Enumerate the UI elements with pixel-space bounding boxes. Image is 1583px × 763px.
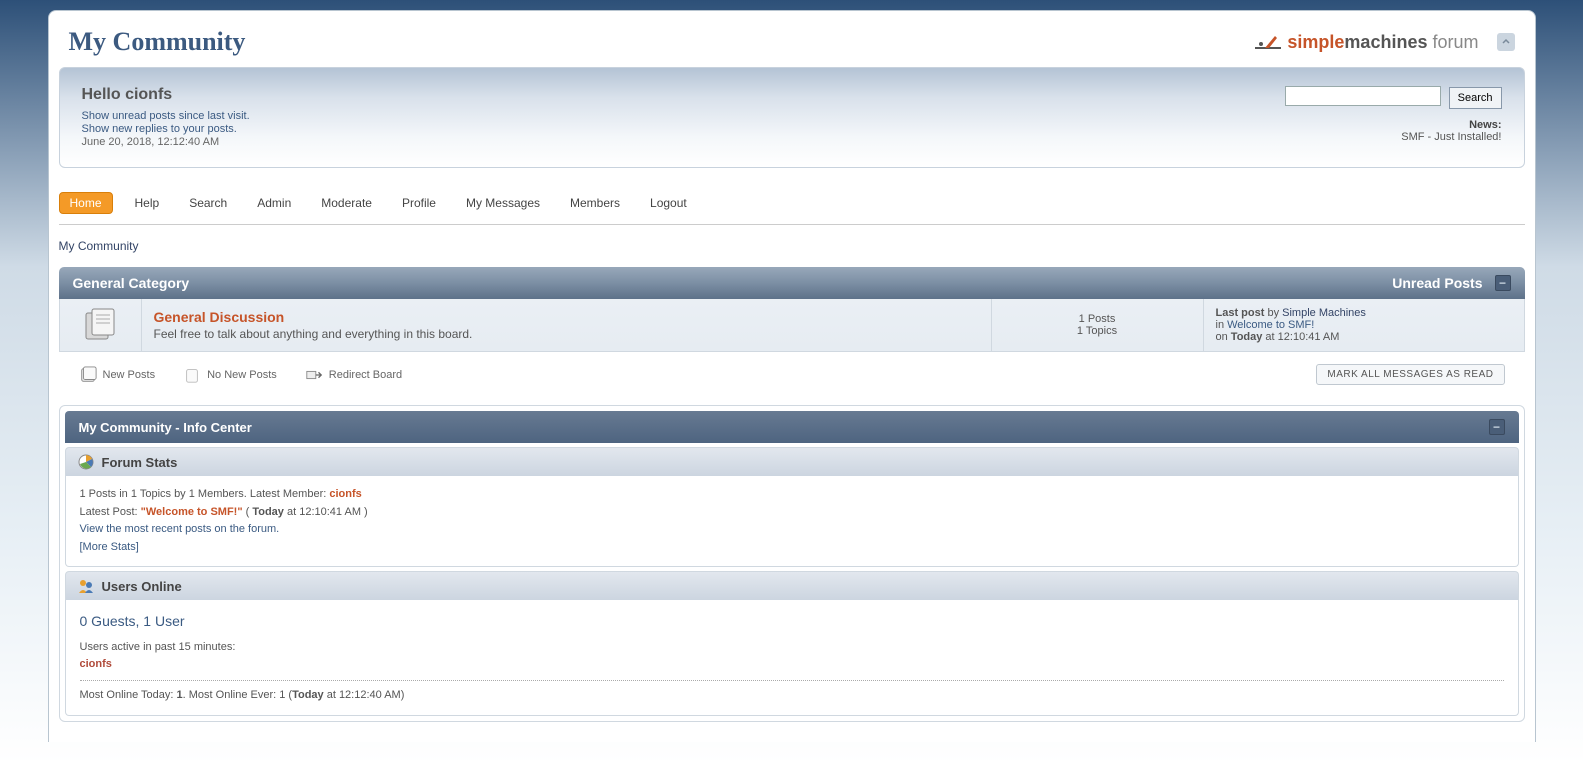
latest-post-link[interactable]: "Welcome to SMF!" xyxy=(141,506,243,518)
news-label: News: xyxy=(1285,119,1501,131)
logo-icon xyxy=(1255,34,1281,50)
breadcrumb[interactable]: My Community xyxy=(59,239,139,253)
board-legend: New Posts No New Posts Redirect Board xyxy=(79,366,403,384)
menu-help[interactable]: Help xyxy=(127,192,168,214)
category-name[interactable]: General Category xyxy=(73,275,190,291)
last-post-topic-link[interactable]: Welcome to SMF! xyxy=(1227,319,1314,331)
smf-logo: simplemachines forum xyxy=(1255,32,1478,53)
board-row: General Discussion Feel free to talk abo… xyxy=(59,299,1525,352)
legend-redirect: Redirect Board xyxy=(329,369,402,381)
search-input[interactable] xyxy=(1285,86,1441,106)
forum-stats-panel: 1 Posts in 1 Topics by 1 Members. Latest… xyxy=(65,476,1519,567)
menu-admin[interactable]: Admin xyxy=(249,192,299,214)
separator xyxy=(80,680,1504,681)
online-user-link[interactable]: cionfs xyxy=(80,658,112,670)
unread-posts-header-link[interactable]: Unread Posts xyxy=(1392,275,1482,291)
board-title-link[interactable]: General Discussion xyxy=(154,309,285,325)
category-header: General Category Unread Posts − xyxy=(59,267,1525,299)
redirect-icon xyxy=(305,366,323,384)
new-posts-icon xyxy=(79,366,97,384)
board-topics-count: 1 Topics xyxy=(1002,325,1193,337)
users-online-panel: 0 Guests, 1 User Users active in past 15… xyxy=(65,600,1519,715)
legend-no-new-posts: No New Posts xyxy=(207,369,277,381)
info-center-title: My Community - Info Center xyxy=(79,420,252,435)
unread-posts-link[interactable]: Show unread posts since last visit. xyxy=(82,110,250,122)
collapse-info-center-button[interactable]: − xyxy=(1489,419,1505,435)
legend-new-posts: New Posts xyxy=(103,369,156,381)
collapse-header-button[interactable] xyxy=(1497,33,1515,51)
main-menu: Home Help Search Admin Moderate Profile … xyxy=(59,168,1525,225)
users-online-title: Users Online xyxy=(102,579,182,594)
board-stats: 1 Posts 1 Topics xyxy=(992,299,1204,351)
greeting: Hello cionfs xyxy=(82,86,250,104)
board-posts-count: 1 Posts xyxy=(1002,313,1193,325)
menu-profile[interactable]: Profile xyxy=(394,192,444,214)
guests-users-count: 0 Guests, 1 User xyxy=(80,610,1504,632)
last-post-author-link[interactable]: Simple Machines xyxy=(1282,307,1366,319)
menu-my-messages[interactable]: My Messages xyxy=(458,192,548,214)
board-icon[interactable] xyxy=(60,299,142,351)
user-panel: Hello cionfs Show unread posts since las… xyxy=(59,67,1525,168)
menu-moderate[interactable]: Moderate xyxy=(313,192,380,214)
recent-posts-link[interactable]: View the most recent posts on the forum. xyxy=(80,523,280,535)
menu-logout[interactable]: Logout xyxy=(642,192,695,214)
forum-stats-title: Forum Stats xyxy=(102,455,178,470)
info-center: My Community - Info Center − Forum Stats… xyxy=(59,405,1525,722)
site-title[interactable]: My Community xyxy=(69,27,246,57)
collapse-category-button[interactable]: − xyxy=(1495,275,1511,291)
more-stats-link[interactable]: [More Stats] xyxy=(80,541,139,553)
search-button[interactable]: Search xyxy=(1449,87,1502,109)
stats-icon xyxy=(78,454,94,470)
active-users-label: Users active in past 15 minutes: xyxy=(80,639,1504,657)
no-new-posts-icon xyxy=(183,366,201,384)
menu-members[interactable]: Members xyxy=(562,192,628,214)
menu-search[interactable]: Search xyxy=(181,192,235,214)
board-description: Feel free to talk about anything and eve… xyxy=(154,327,979,341)
board-last-post: Last post by Simple Machines in Welcome … xyxy=(1204,299,1524,351)
current-datetime: June 20, 2018, 12:12:40 AM xyxy=(82,136,250,148)
users-icon xyxy=(78,578,94,594)
news-text: SMF - Just Installed! xyxy=(1285,131,1501,143)
latest-member-link[interactable]: cionfs xyxy=(329,488,361,500)
mark-all-read-button[interactable]: MARK ALL MESSAGES AS READ xyxy=(1316,364,1504,385)
new-replies-link[interactable]: Show new replies to your posts. xyxy=(82,123,237,135)
menu-home[interactable]: Home xyxy=(59,192,113,214)
